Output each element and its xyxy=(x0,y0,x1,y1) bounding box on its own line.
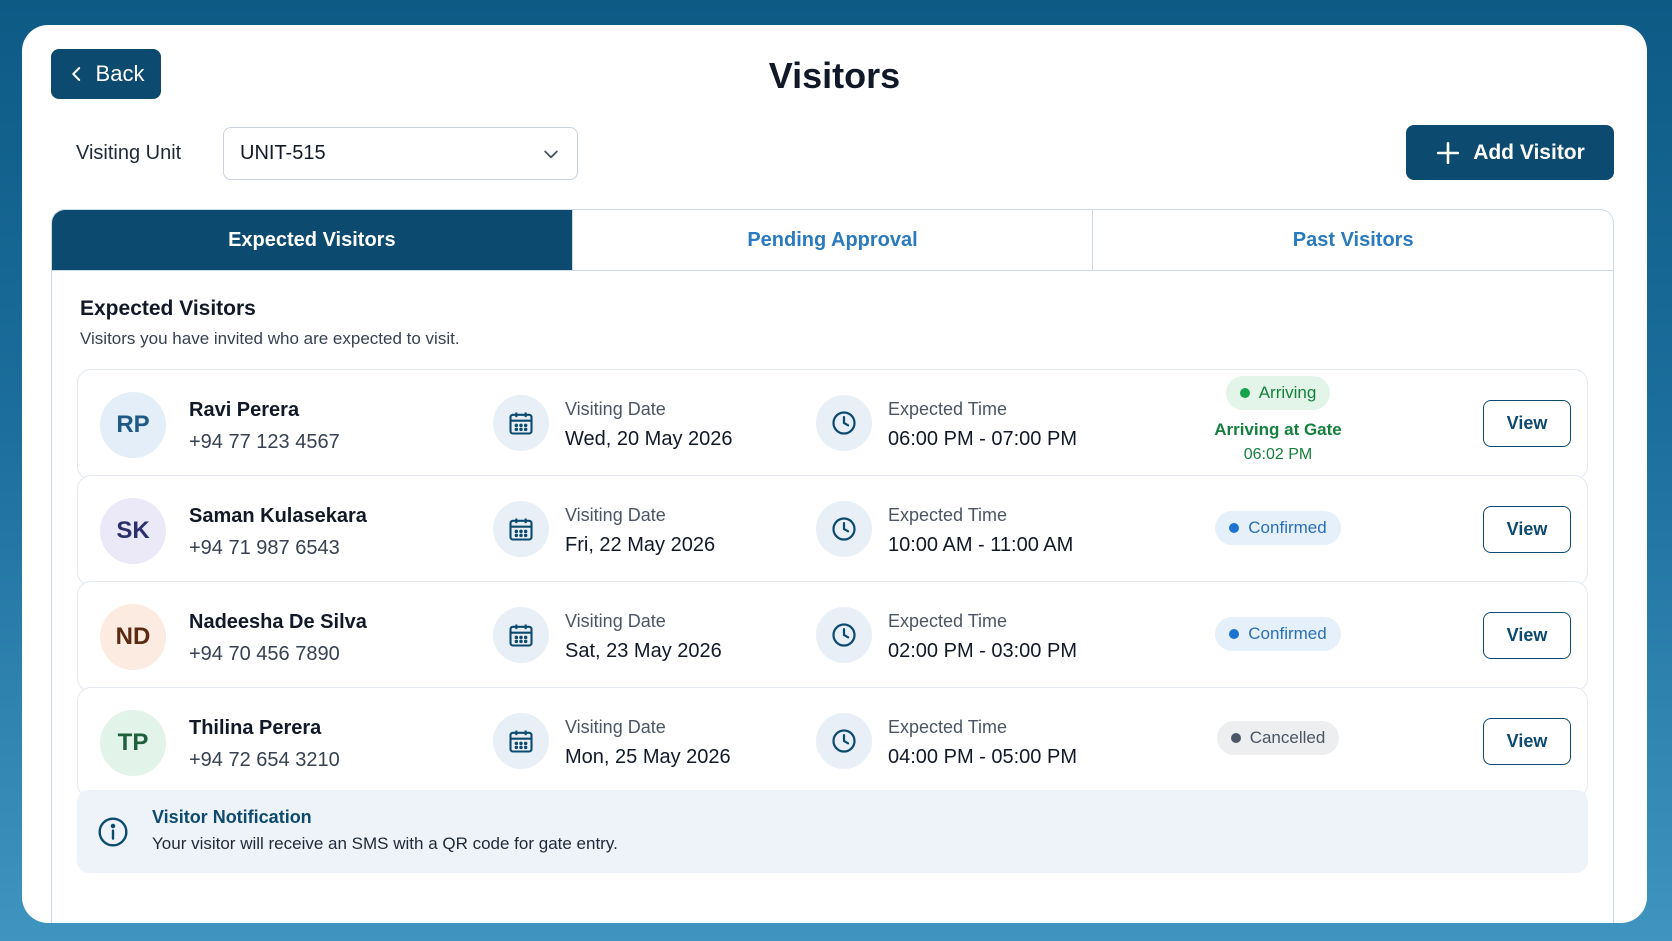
visiting-date-value: Sat, 23 May 2026 xyxy=(565,640,722,662)
avatar: RP xyxy=(100,392,166,458)
clock-icon xyxy=(816,501,872,557)
visitor-name: Ravi Perera xyxy=(189,399,300,421)
tab-past-visitors[interactable]: Past Visitors xyxy=(1093,210,1613,270)
status-area: Arriving Arriving at Gate 06:02 PM xyxy=(1178,376,1378,464)
expected-time-label: Expected Time xyxy=(888,717,1008,737)
view-button[interactable]: View xyxy=(1483,612,1571,659)
visitor-phone: +94 71 987 6543 xyxy=(189,537,340,559)
tab-expected-visitors[interactable]: Expected Visitors xyxy=(52,210,573,270)
visitor-notification: Visitor Notification Your visitor will r… xyxy=(77,790,1588,873)
status-area: Cancelled xyxy=(1178,721,1378,755)
visitor-name: Thilina Perera xyxy=(189,717,322,739)
visiting-date-label: Visiting Date xyxy=(565,399,666,419)
status-badge: Arriving xyxy=(1225,376,1331,410)
avatar: TP xyxy=(100,710,166,776)
info-icon xyxy=(98,817,128,847)
section-subtitle: Visitors you have invited who are expect… xyxy=(80,329,460,348)
expected-time-label: Expected Time xyxy=(888,505,1008,525)
visiting-date-label: Visiting Date xyxy=(565,717,666,737)
status-badge: Confirmed xyxy=(1215,617,1341,651)
visiting-date-value: Mon, 25 May 2026 xyxy=(565,746,731,768)
visitor-name: Saman Kulasekara xyxy=(189,505,367,527)
visitor-row: TP Thilina Perera +94 72 654 3210 Visiti… xyxy=(77,687,1588,798)
plus-icon xyxy=(1437,141,1460,164)
visitors-card: Back Visitors Visiting Unit UNIT-515 Add… xyxy=(22,25,1647,923)
avatar: SK xyxy=(100,498,166,564)
visitor-phone: +94 77 123 4567 xyxy=(189,431,340,453)
tab-pending-approval[interactable]: Pending Approval xyxy=(573,210,1094,270)
visiting-date-label: Visiting Date xyxy=(565,611,666,631)
view-button[interactable]: View xyxy=(1483,718,1571,765)
calendar-icon xyxy=(493,501,549,557)
notice-title: Visitor Notification xyxy=(152,807,312,827)
status-area: Confirmed xyxy=(1178,511,1378,545)
visiting-unit-select[interactable]: UNIT-515 xyxy=(223,127,578,180)
visiting-unit-label: Visiting Unit xyxy=(76,142,182,164)
tab-bar: Expected Visitors Pending Approval Past … xyxy=(52,210,1613,271)
add-visitor-button[interactable]: Add Visitor xyxy=(1406,125,1614,180)
section-title: Expected Visitors xyxy=(80,297,256,320)
visitors-panel: Expected Visitors Pending Approval Past … xyxy=(51,209,1614,923)
visitor-phone: +94 72 654 3210 xyxy=(189,749,340,771)
visiting-unit-value: UNIT-515 xyxy=(240,142,326,164)
expected-time-value: 04:00 PM - 05:00 PM xyxy=(888,746,1077,768)
status-area: Confirmed xyxy=(1178,617,1378,651)
view-button[interactable]: View xyxy=(1483,400,1571,447)
status-badge: Confirmed xyxy=(1215,511,1341,545)
visitor-row: ND Nadeesha De Silva +94 70 456 7890 Vis… xyxy=(77,581,1588,692)
visitor-row: RP Ravi Perera +94 77 123 4567 Visiting … xyxy=(77,369,1588,480)
expected-time-label: Expected Time xyxy=(888,399,1008,419)
avatar: ND xyxy=(100,604,166,670)
visitor-row: SK Saman Kulasekara +94 71 987 6543 Visi… xyxy=(77,475,1588,586)
chevron-down-icon xyxy=(544,150,558,158)
page-title: Visitors xyxy=(768,55,901,96)
clock-icon xyxy=(816,607,872,663)
clock-icon xyxy=(816,395,872,451)
visiting-date-label: Visiting Date xyxy=(565,505,666,525)
calendar-icon xyxy=(493,713,549,769)
notice-text: Your visitor will receive an SMS with a … xyxy=(152,834,618,853)
expected-time-label: Expected Time xyxy=(888,611,1008,631)
status-badge: Cancelled xyxy=(1216,721,1340,755)
expected-time-value: 02:00 PM - 03:00 PM xyxy=(888,640,1077,662)
gate-status-time: 06:02 PM xyxy=(1243,446,1313,463)
add-visitor-label: Add Visitor xyxy=(1473,140,1585,164)
visitor-list: RP Ravi Perera +94 77 123 4567 Visiting … xyxy=(77,369,1588,798)
expected-time-value: 10:00 AM - 11:00 AM xyxy=(888,534,1074,556)
calendar-icon xyxy=(493,395,549,451)
visiting-date-value: Wed, 20 May 2026 xyxy=(565,428,733,450)
clock-icon xyxy=(816,713,872,769)
visiting-date-value: Fri, 22 May 2026 xyxy=(565,534,716,556)
visitor-phone: +94 70 456 7890 xyxy=(189,643,340,665)
view-button[interactable]: View xyxy=(1483,506,1571,553)
gate-status-text: Arriving at Gate xyxy=(1214,420,1342,439)
visitor-name: Nadeesha De Silva xyxy=(189,611,367,633)
expected-time-value: 06:00 PM - 07:00 PM xyxy=(888,428,1077,450)
calendar-icon xyxy=(493,607,549,663)
